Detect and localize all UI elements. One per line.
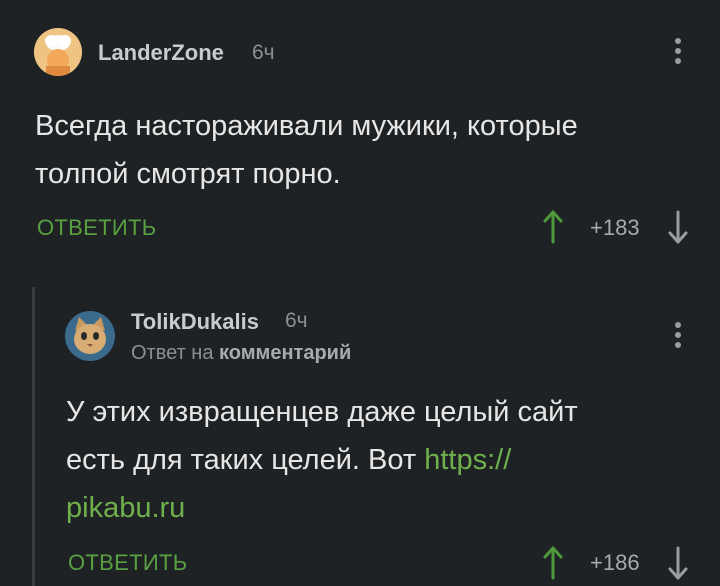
reply-to-prefix: Ответ на [131,342,214,364]
comment-text: Всегда настораживали мужики, которые тол… [35,110,578,190]
rating: +183 [590,215,640,240]
avatar[interactable] [65,311,115,361]
link[interactable]: https:// [424,444,511,476]
upvote-icon[interactable] [543,546,563,580]
more-options-icon[interactable] [670,38,686,68]
comment-text: У этих извращенцев даже целый сайт есть … [66,396,578,524]
username[interactable]: LanderZone [98,40,224,66]
chef-avatar-icon [34,28,82,76]
avatar[interactable] [34,28,82,76]
reply-to-target[interactable]: комментарий [219,342,351,364]
reply-button[interactable]: ОТВЕТИТЬ [37,215,156,241]
downvote-icon[interactable] [668,546,688,580]
more-options-icon[interactable] [670,322,686,352]
upvote-icon[interactable] [543,210,563,244]
link[interactable]: pikabu.ru [66,492,185,524]
downvote-icon[interactable] [668,210,688,244]
timestamp: 6ч [252,41,275,64]
reply-button[interactable]: ОТВЕТИТЬ [68,550,187,576]
username[interactable]: TolikDukalis [131,309,259,335]
timestamp: 6ч [285,309,308,332]
reply-to-line[interactable]: Ответ на комментарий [131,342,351,365]
rating: +186 [590,550,640,575]
thread-line [32,287,35,586]
cat-avatar-icon [65,311,115,361]
